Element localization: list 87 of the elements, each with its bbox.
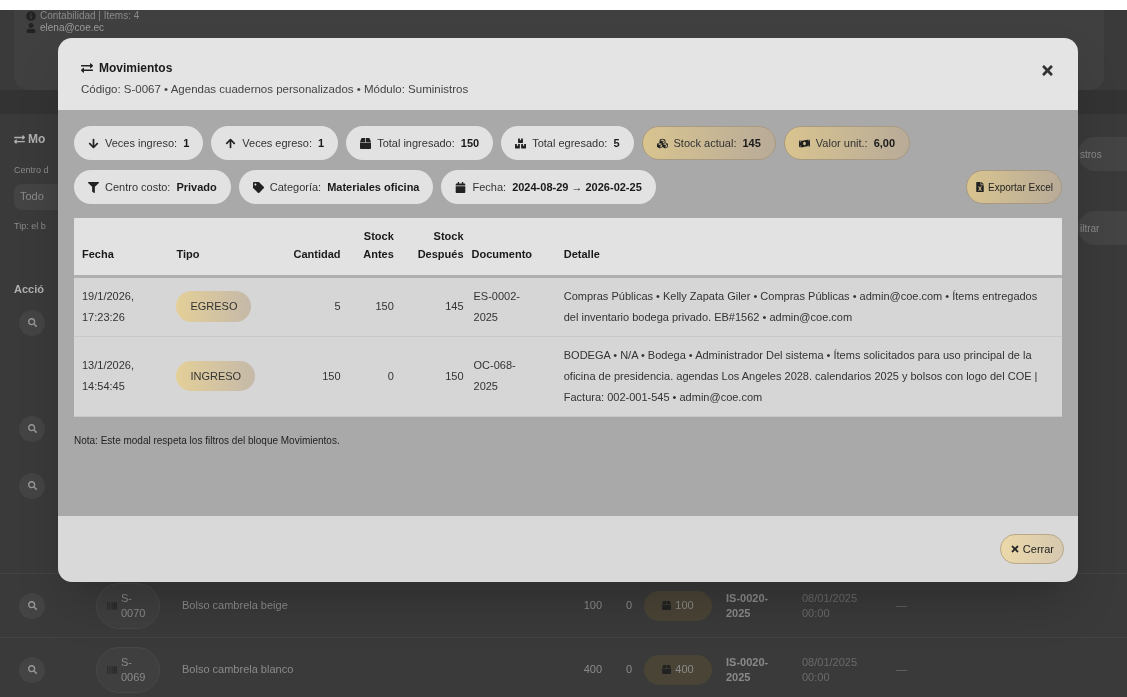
stat-chip: Total ingresado: 150 (346, 126, 494, 160)
column-header: Cantidad (262, 218, 345, 276)
column-header: Documento (467, 218, 560, 276)
detail-cell-text: — (896, 598, 907, 614)
stock-after-cell: 150 (397, 336, 468, 416)
boxes-icon (515, 137, 527, 149)
document-code: IS-0020- 2025 (726, 654, 770, 685)
date-cell: 13/1/2026, 14:54:45 (74, 336, 173, 416)
column-header: Tipo (172, 218, 263, 276)
detail-cell-text: — (896, 662, 907, 678)
column-header: Acció (14, 282, 45, 297)
close-button[interactable] (1040, 63, 1055, 78)
product-name: Bolso cambrela beige (182, 598, 289, 614)
modal-subtitle: Código: S-0067 • Agendas cuadernos personalizados • Módulo: Suministros (81, 82, 470, 97)
filter-icon (88, 181, 99, 193)
tag-icon (252, 181, 264, 193)
detail-cell: BODEGA • N/A • Bodega • Administrador Del sistema • Ítems solicitados para uso principal de la oficina de presidencia. agendas Los Angeles 2028. calendarios 2025 y bolsos con logo del COE | Factura: 002-001-545 • admin@coe.com (559, 336, 1062, 416)
info-icon (26, 10, 36, 21)
code-pill: S- 0070 (96, 582, 160, 629)
search-button[interactable] (19, 592, 45, 619)
money-icon (798, 137, 810, 149)
search-button[interactable] (19, 415, 45, 442)
code-pill: S- 0069 (96, 646, 160, 693)
section-title: Mo (28, 131, 46, 148)
box-icon (662, 665, 672, 674)
cubes-icon (656, 137, 668, 149)
table-cell-text: 400 (582, 662, 602, 678)
search-icon (27, 601, 37, 610)
background-button[interactable]: iltrar (1078, 211, 1127, 245)
user-icon (26, 22, 36, 33)
file-icon (974, 182, 985, 192)
stat-chip: Veces ingreso: 1 (74, 126, 204, 160)
modal-title: Movimientos (99, 60, 173, 77)
filter-label: Centro d (14, 164, 50, 177)
table-cell-text: 0 (624, 662, 632, 678)
exchange-icon (14, 133, 25, 145)
type-badge: INGRESO (176, 360, 256, 392)
stock-after-cell: 145 (397, 276, 468, 336)
arrow-down-icon (88, 137, 99, 149)
filter-chip: Categoría: Materiales oficina (238, 170, 434, 204)
quantity-cell: 150 (262, 336, 345, 416)
search-button[interactable] (19, 472, 45, 499)
arrow-up-icon (225, 137, 237, 149)
search-icon (27, 481, 37, 490)
search-icon (27, 318, 37, 327)
account-email: elena@coe.ec (40, 22, 105, 33)
close-icon (1040, 63, 1055, 78)
date-cell: 19/1/2026, 17:23:26 (74, 276, 173, 336)
stat-chip: Valor unit.: 6,00 (783, 126, 911, 160)
search-icon (27, 665, 37, 674)
type-badge: EGRESO (176, 291, 252, 322)
stock-badge: 100 (644, 590, 712, 621)
filter-select[interactable]: Todo (14, 183, 58, 210)
export-excel-button[interactable]: Exportar Excel (965, 170, 1062, 204)
search-button[interactable] (19, 656, 45, 683)
filter-chip: Fecha: 2024-08-29 → 2026-02-25 (441, 170, 656, 204)
box-icon (662, 601, 672, 610)
tip-text: Tip: el b (14, 219, 47, 233)
background-button[interactable]: stros (1078, 137, 1127, 171)
calendar-icon (455, 181, 467, 193)
document-code: IS-0020- 2025 (726, 590, 770, 621)
stock-before-cell: 150 (344, 276, 398, 336)
close-icon (1009, 544, 1020, 554)
account-area: Contabilidad | Items: 4 (40, 10, 140, 21)
quantity-cell: 5 (262, 276, 345, 336)
box-icon (360, 137, 372, 149)
exchange-icon (81, 62, 93, 74)
stat-chip: Total egresado: 5 (501, 126, 634, 160)
note-text: Nota: Este modal respeta los filtros del bloque Movimientos. (74, 433, 341, 448)
table-cell-text: 100 (582, 598, 602, 614)
stat-chip: Veces egreso: 1 (211, 126, 339, 160)
stock-badge: 400 (644, 654, 712, 685)
document-cell: ES-0002- 2025 (467, 276, 560, 336)
filter-chip: Centro costo: Privado (74, 170, 231, 204)
document-cell: OC-068- 2025 (467, 336, 560, 416)
close-button[interactable]: Cerrar (999, 534, 1064, 564)
detail-cell: Compras Públicas • Kelly Zapata Giler • Compras Públicas • admin@coe.com • Ítems entregados del inventario bodega privado. EB#1562 • admin@coe.com (559, 276, 1062, 336)
column-header: Stock Después (397, 218, 468, 276)
column-header: Stock Antes (344, 218, 398, 276)
table-cell-text: 0 (624, 598, 632, 614)
stat-chip: Stock actual: 145 (641, 126, 776, 160)
search-icon (27, 424, 37, 433)
product-name: Bolso cambrela blanco (182, 662, 295, 678)
stock-before-cell: 0 (344, 336, 398, 416)
column-header: Fecha (74, 218, 173, 276)
search-button[interactable] (19, 309, 45, 336)
column-header: Detalle (559, 218, 1062, 276)
